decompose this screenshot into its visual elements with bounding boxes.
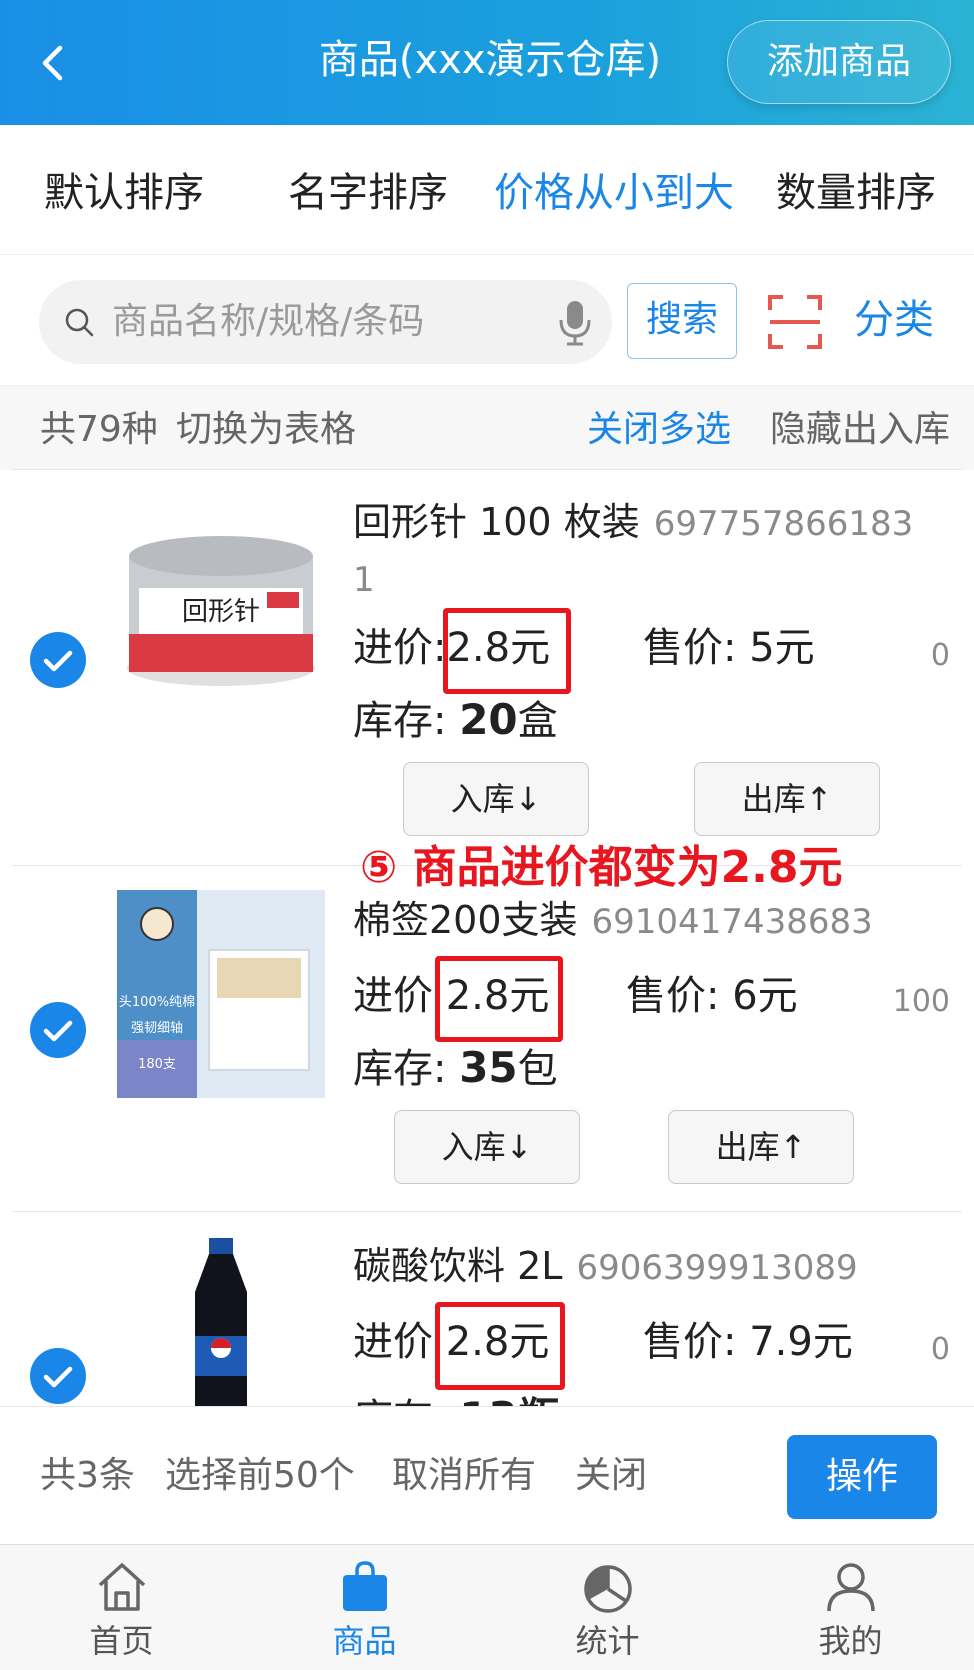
tab-price-sort[interactable]: 价格从小到大 [494, 165, 734, 221]
stock-info: 库存: 20盒 [353, 692, 558, 749]
list-item[interactable]: 碳酸饮料 2L 6906399913089 进价 2.8元 售价: 7.9元 0 … [0, 1212, 974, 1406]
product-image: 头100%纯棉 强韧细轴 180支 [117, 890, 325, 1098]
stock-info: 库存: 13瓶 [353, 1390, 560, 1406]
svg-text:强韧细轴: 强韧细轴 [131, 1021, 183, 1036]
tab-label: 商品 [332, 1622, 397, 1660]
product-barcode: 6910417438683 [591, 902, 873, 942]
stock-number: 35 [459, 1043, 518, 1092]
product-name: 棉签200支装 6910417438683 [353, 894, 873, 948]
switch-table-link[interactable]: 切换为表格 [176, 406, 356, 454]
tab-default-sort[interactable]: 默认排序 [44, 165, 204, 221]
page-title: 商品(xxx演示仓库) [318, 37, 662, 83]
highlight-box [435, 1302, 565, 1390]
shopping-bag-icon [343, 1561, 387, 1611]
microphone-icon[interactable] [555, 298, 595, 348]
selection-action-bar: 共3条 选择前50个 取消所有 关闭 操作 [0, 1406, 974, 1544]
product-barcode: 697757866183 [653, 504, 914, 544]
hide-inout-link[interactable]: 隐藏出入库 [770, 406, 950, 454]
stock-unit: 盒 [517, 698, 558, 744]
stock-number: 13瓶 [459, 1393, 559, 1406]
checkbox-checked-icon[interactable] [30, 1348, 86, 1404]
highlight-box [435, 956, 563, 1042]
tab-mine[interactable]: 我的 [729, 1545, 972, 1670]
product-image: 回形针 [117, 512, 325, 720]
list-item[interactable]: 回形针 回形针 100 枚装 697757866183 1 进价:2.8元 售价:… [0, 470, 974, 866]
selected-count: 共3条 [40, 1455, 135, 1496]
top-header: 商品(xxx演示仓库) 添加商品 [0, 0, 974, 125]
product-name-text: 棉签200支装 [353, 898, 578, 942]
scan-icon[interactable] [767, 294, 823, 350]
product-name-text: 碳酸饮料 2L [353, 1244, 563, 1288]
cost-label: 进价 [353, 1319, 433, 1365]
annotation-text: ⑤ 商品进价都变为2.8元 [360, 842, 843, 893]
search-button[interactable]: 搜索 [627, 283, 737, 359]
tab-label: 首页 [89, 1622, 154, 1660]
svg-text:头100%纯棉: 头100%纯棉 [119, 995, 195, 1010]
stock-label: 库存: [353, 1046, 447, 1092]
select-first-50-link[interactable]: 选择前50个 [165, 1451, 355, 1501]
user-icon [827, 1563, 875, 1612]
close-multiselect-link[interactable]: 关闭多选 [587, 406, 731, 454]
stock-label: 库存: [353, 698, 447, 744]
tab-products[interactable]: 商品 [243, 1545, 486, 1670]
tab-statistics[interactable]: 统计 [486, 1545, 729, 1670]
category-link[interactable]: 分类 [854, 292, 934, 348]
sale-label: 售价: [643, 625, 737, 671]
stock-in-button[interactable]: 入库↓ [403, 762, 589, 836]
search-icon [65, 308, 94, 337]
checkbox-checked-icon[interactable] [30, 1002, 86, 1058]
stock-info: 库存: 35包 [353, 1040, 558, 1097]
product-image [117, 1236, 325, 1406]
sale-value: 6元 [732, 973, 798, 1019]
stock-number: 20 [459, 695, 518, 744]
stock-out-button[interactable]: 出库↑ [668, 1110, 854, 1184]
product-name: 碳酸饮料 2L 6906399913089 [353, 1240, 858, 1294]
sale-label: 售价: [626, 973, 720, 1019]
checkbox-checked-icon[interactable] [30, 632, 86, 688]
sale-price: 售价: 6元 [626, 968, 798, 1024]
svg-text:回形针: 回形针 [182, 597, 260, 627]
sort-bar: 默认排序 名字排序 价格从小到大 数量排序 [0, 125, 974, 255]
back-icon[interactable] [30, 38, 80, 88]
product-count: 共79种 [40, 409, 158, 450]
home-icon [98, 1563, 146, 1611]
list-item[interactable]: 头100%纯棉 强韧细轴 180支 棉签200支装 6910417438683 进… [0, 866, 974, 1212]
stock-out-button[interactable]: 出库↑ [694, 762, 880, 836]
product-barcode: 6906399913089 [576, 1248, 858, 1288]
product-name-text: 回形针 100 枚装 [353, 500, 640, 544]
stock-unit: 包 [517, 1046, 558, 1092]
sale-value: 7.9元 [749, 1319, 853, 1365]
right-count: 0 [930, 638, 950, 673]
search-row: 商品名称/规格/条码 搜索 分类 [0, 256, 974, 386]
stock-label: 库存: [353, 1396, 446, 1406]
search-placeholder: 商品名称/规格/条码 [112, 301, 425, 342]
bottom-tab-bar: 首页 商品 统计 我的 [0, 1544, 974, 1670]
sale-price: 售价: 7.9元 [643, 1314, 853, 1370]
tab-quantity-sort[interactable]: 数量排序 [776, 165, 936, 221]
highlight-box [443, 608, 571, 694]
list-info-row: 共79种 切换为表格 关闭多选 隐藏出入库 [0, 386, 974, 470]
sale-value: 5元 [749, 625, 815, 671]
product-list: 回形针 回形针 100 枚装 697757866183 1 进价:2.8元 售价:… [0, 470, 974, 1406]
add-product-button[interactable]: 添加商品 [727, 20, 951, 104]
pie-chart-icon [584, 1565, 632, 1613]
stock-in-button[interactable]: 入库↓ [394, 1110, 580, 1184]
tab-label: 统计 [575, 1622, 640, 1660]
operate-button[interactable]: 操作 [787, 1435, 937, 1519]
tab-name-sort[interactable]: 名字排序 [288, 165, 448, 221]
cancel-all-link[interactable]: 取消所有 [392, 1451, 536, 1501]
product-name: 回形针 100 枚装 697757866183 [353, 496, 913, 550]
right-count: 100 [892, 984, 950, 1019]
tab-label: 我的 [818, 1622, 883, 1660]
right-count: 0 [930, 1332, 950, 1367]
cost-label: 进价 [353, 973, 433, 1019]
svg-text:180支: 180支 [138, 1057, 176, 1072]
product-barcode-wrap: 1 [353, 560, 375, 600]
close-link[interactable]: 关闭 [575, 1451, 647, 1501]
sale-price: 售价: 5元 [643, 620, 815, 676]
tab-home[interactable]: 首页 [0, 1545, 243, 1670]
sale-label: 售价: [643, 1319, 737, 1365]
cost-label: 进价: [353, 625, 447, 671]
search-input[interactable]: 商品名称/规格/条码 [39, 280, 612, 364]
